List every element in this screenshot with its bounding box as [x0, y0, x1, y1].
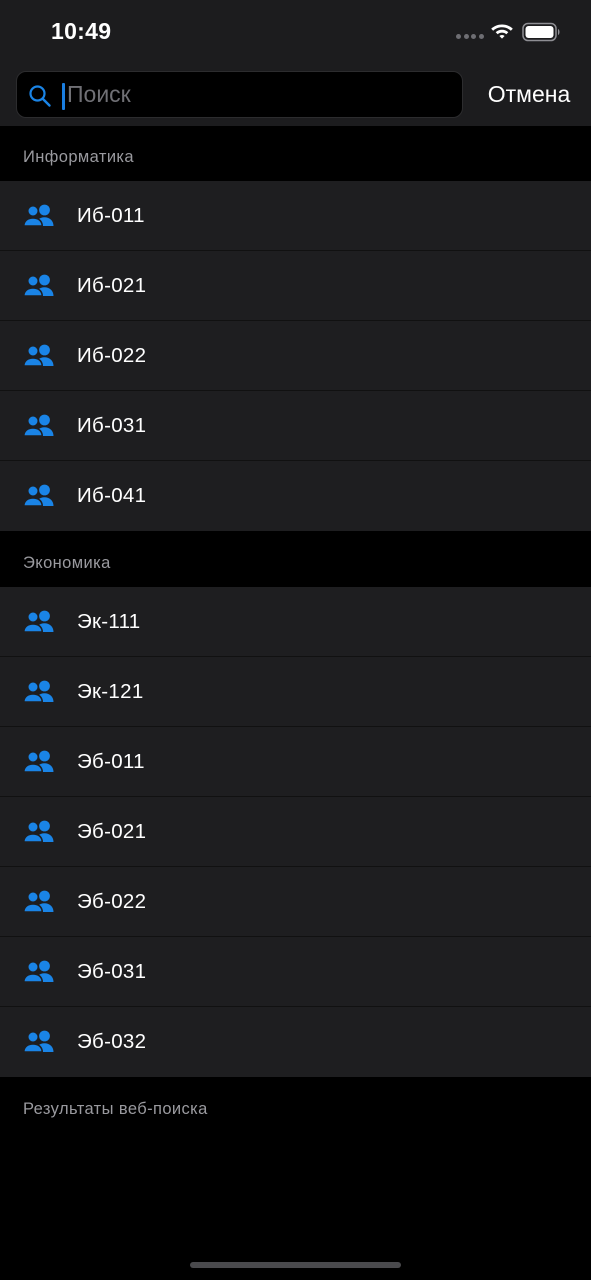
group-list-economics: Эк-111 Эк-121 Эб-011 Эб-021 Эб-022 Эб-03… — [0, 587, 591, 1077]
list-item-label: Иб-021 — [77, 274, 147, 297]
search-field[interactable] — [16, 71, 463, 118]
section-header-web-results: Результаты веб-поиска — [23, 1100, 208, 1118]
list-item[interactable]: Иб-031 — [0, 391, 591, 461]
people-icon — [23, 274, 54, 297]
list-item-label: Иб-022 — [77, 344, 147, 367]
people-icon — [23, 1030, 54, 1053]
list-item-label: Эб-032 — [77, 1030, 147, 1053]
list-item-label: Эб-011 — [77, 750, 145, 773]
search-header: Отмена — [0, 62, 591, 126]
people-icon — [23, 960, 54, 983]
search-icon — [29, 85, 51, 107]
list-item[interactable]: Эк-121 — [0, 657, 591, 727]
search-input[interactable] — [67, 72, 447, 117]
list-item-label: Эк-121 — [77, 680, 144, 703]
list-item-label: Иб-011 — [77, 204, 145, 227]
list-item[interactable]: Эб-032 — [0, 1007, 591, 1077]
list-item-label: Эб-022 — [77, 890, 147, 913]
battery-icon — [522, 22, 560, 42]
group-list-informatics: Иб-011 Иб-021 Иб-022 Иб-031 Иб-041 — [0, 181, 591, 531]
list-item[interactable]: Иб-041 — [0, 461, 591, 531]
list-item[interactable]: Эк-111 — [0, 587, 591, 657]
cancel-button[interactable]: Отмена — [474, 62, 584, 126]
people-icon — [23, 204, 54, 227]
status-bar: 10:49 — [0, 0, 591, 62]
list-item[interactable]: Эб-021 — [0, 797, 591, 867]
list-item-label: Иб-031 — [77, 414, 147, 437]
list-item-label: Эк-111 — [77, 610, 141, 633]
list-item[interactable]: Эб-022 — [0, 867, 591, 937]
section-header-economics: Экономика — [23, 554, 111, 572]
list-item[interactable]: Иб-011 — [0, 181, 591, 251]
people-icon — [23, 750, 54, 773]
list-item[interactable]: Иб-022 — [0, 321, 591, 391]
people-icon — [23, 890, 54, 913]
people-icon — [23, 414, 54, 437]
signal-dots-icon — [456, 34, 484, 40]
list-item-label: Эб-031 — [77, 960, 147, 983]
list-item[interactable]: Эб-011 — [0, 727, 591, 797]
text-cursor — [62, 83, 65, 110]
status-time: 10:49 — [51, 18, 112, 44]
wifi-icon — [491, 24, 513, 39]
people-icon — [23, 680, 54, 703]
list-item[interactable]: Эб-031 — [0, 937, 591, 1007]
people-icon — [23, 610, 54, 633]
list-item-label: Эб-021 — [77, 820, 147, 843]
list-item[interactable]: Иб-021 — [0, 251, 591, 321]
people-icon — [23, 344, 54, 367]
section-header-informatics: Информатика — [23, 148, 134, 166]
list-item-label: Иб-041 — [77, 484, 147, 507]
home-indicator[interactable] — [190, 1262, 401, 1268]
people-icon — [23, 820, 54, 843]
people-icon — [23, 484, 54, 507]
